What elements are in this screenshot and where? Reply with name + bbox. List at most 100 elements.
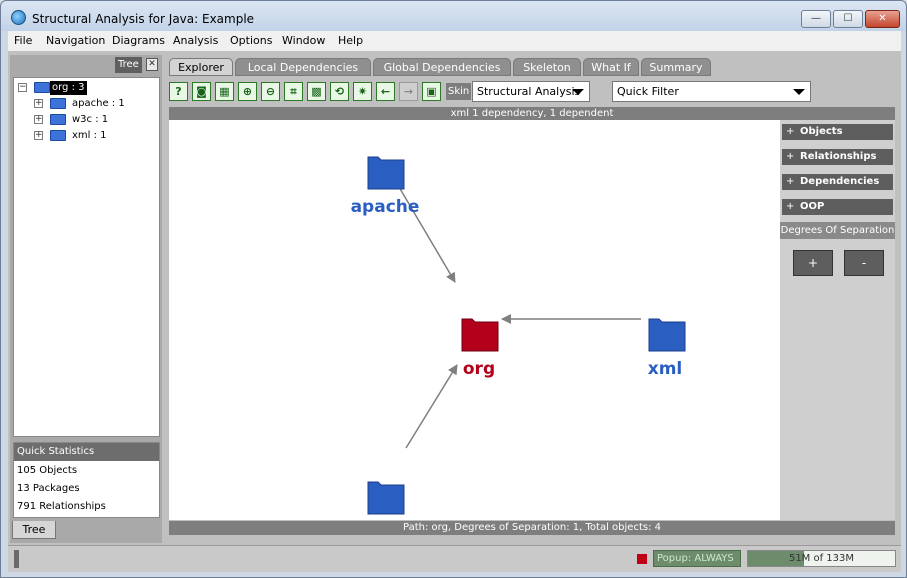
tree-node-xml[interactable]: + xml : 1	[34, 129, 158, 143]
status-bar: Popup: ALWAYS 51M of 133M	[8, 545, 901, 572]
package-tree: − org : 3 + apache : 1 + w3c : 1 + xml:…	[13, 77, 160, 437]
menu-diagrams[interactable]: Diagrams	[112, 34, 165, 47]
app-icon	[11, 10, 26, 25]
refresh-button[interactable]: ⟲	[330, 82, 349, 101]
title-bar[interactable]: Structural Analysis for Java: Example — …	[1, 1, 906, 31]
grid-button[interactable]: ▩	[307, 82, 326, 101]
degrees-of-separation-label: Degrees Of Separation	[780, 222, 895, 239]
plus-icon: +	[786, 126, 795, 137]
section-label: Objects	[800, 126, 843, 137]
selection-info: xml 1 dependency, 1 dependent	[169, 107, 895, 120]
menu-window[interactable]: Window	[282, 34, 325, 47]
close-button[interactable]: ✕	[865, 10, 900, 28]
increase-degrees-button[interactable]: +	[793, 250, 833, 276]
tab-tree[interactable]: Tree	[12, 521, 56, 539]
menu-options[interactable]: Options	[230, 34, 272, 47]
tree-node-label: w3c : 1	[72, 114, 109, 125]
tab-skeleton[interactable]: Skeleton	[513, 58, 581, 76]
tree-node-label: xml : 1	[72, 130, 107, 141]
node-xml-label: xml	[648, 359, 683, 379]
camera-button[interactable]: ◙	[192, 82, 211, 101]
popup-mode-toggle[interactable]: Popup: ALWAYS	[653, 550, 741, 567]
node-apache-label: apache	[351, 197, 420, 217]
tree-panel-title: Tree	[115, 57, 142, 73]
objects-section-button[interactable]: + Objects	[782, 124, 893, 140]
folder-icon	[367, 481, 405, 515]
tree-node-label: org : 3	[50, 81, 87, 95]
plus-icon: +	[786, 151, 795, 162]
plus-icon: +	[786, 201, 795, 212]
menu-navigation[interactable]: Navigation	[46, 34, 105, 47]
relationships-section-button[interactable]: + Relationships	[782, 149, 893, 165]
alert-indicator-icon	[637, 554, 647, 564]
folder-icon	[34, 82, 50, 93]
stat-objects: 105 Objects	[17, 465, 78, 476]
forward-button[interactable]: →	[399, 82, 418, 101]
tab-local-dependencies[interactable]: Local Dependencies	[235, 58, 371, 76]
node-xml[interactable]: xml	[648, 318, 686, 379]
section-label: Dependencies	[800, 176, 880, 187]
memory-meter[interactable]: 51M of 133M	[747, 550, 896, 567]
toolbar: ? ◙ ▦ ⊕ ⊖ ⌗ ▩ ⟲ ✷ ← → ▣ Skin Structural …	[169, 80, 895, 104]
oop-section-button[interactable]: + OOP	[782, 199, 893, 215]
client-area: File Navigation Diagrams Analysis Option…	[8, 31, 901, 572]
window-title: Structural Analysis for Java: Example	[32, 12, 255, 26]
collapse-icon[interactable]: −	[18, 83, 27, 92]
table-button[interactable]: ▦	[215, 82, 234, 101]
fit-button[interactable]: ⌗	[284, 82, 303, 101]
expand-icon[interactable]: +	[34, 99, 43, 108]
tree-panel-close-icon[interactable]: ✕	[146, 58, 158, 71]
quick-statistics-title: Quick Statistics	[14, 443, 159, 461]
tree-panel-header: Tree ✕	[10, 55, 162, 75]
tab-what-if[interactable]: What If	[583, 58, 639, 76]
plus-icon: +	[786, 176, 795, 187]
node-w3c[interactable]: w3c	[366, 481, 405, 520]
quick-filter-select[interactable]: Quick Filter	[612, 81, 811, 102]
tree-node-apache[interactable]: + apache : 1	[34, 97, 158, 111]
tree-node-w3c[interactable]: + w3c : 1	[34, 113, 158, 127]
skin-label: Skin	[446, 83, 472, 100]
tree-node-org[interactable]: − org : 3	[18, 81, 158, 95]
help-button[interactable]: ?	[169, 82, 188, 101]
folder-icon	[367, 156, 405, 190]
node-apache[interactable]: apache	[351, 156, 420, 217]
dependency-graph: apache org xml w3c	[351, 156, 686, 520]
tree-node-label: apache : 1	[72, 98, 125, 109]
edge-w3c-org	[405, 364, 458, 449]
expand-icon[interactable]: +	[34, 115, 43, 124]
section-label: Relationships	[800, 151, 877, 162]
filter-sidebar: + Objects + Relationships + Dependencies + O…	[780, 120, 895, 520]
dependencies-section-button[interactable]: + Dependencies	[782, 174, 893, 190]
export-button[interactable]: ▣	[422, 82, 441, 101]
quick-filter-value: Quick Filter	[617, 85, 679, 98]
maximize-button[interactable]: ☐	[833, 10, 863, 28]
menu-help[interactable]: Help	[338, 34, 363, 47]
folder-icon	[50, 98, 66, 109]
folder-icon	[648, 318, 686, 352]
stat-relationships: 791 Relationships	[17, 501, 106, 512]
tab-global-dependencies[interactable]: Global Dependencies	[373, 58, 511, 76]
quick-statistics: Quick Statistics 105 Objects 13 Packages…	[13, 442, 160, 518]
zoom-in-button[interactable]: ⊕	[238, 82, 257, 101]
expand-icon[interactable]: +	[34, 131, 43, 140]
minimize-button[interactable]: —	[801, 10, 831, 28]
zoom-out-button[interactable]: ⊖	[261, 82, 280, 101]
menu-analysis[interactable]: Analysis	[173, 34, 218, 47]
folder-icon	[50, 114, 66, 125]
burst-button[interactable]: ✷	[353, 82, 372, 101]
graph-canvas[interactable]: apache org xml w3c	[169, 120, 780, 520]
tree-panel: Tree ✕ − org : 3 + apache : 1 + w3c : 1	[10, 55, 162, 543]
skin-select-value: Structural Analysis	[477, 85, 581, 98]
folder-icon	[50, 130, 66, 141]
back-button[interactable]: ←	[376, 82, 395, 101]
menu-file[interactable]: File	[14, 34, 32, 47]
memory-meter-text: 51M of 133M	[788, 553, 855, 564]
tab-summary[interactable]: Summary	[641, 58, 711, 76]
node-org[interactable]: org	[461, 318, 499, 379]
skin-select[interactable]: Structural Analysis	[472, 81, 590, 102]
tab-explorer[interactable]: Explorer	[169, 58, 233, 76]
decrease-degrees-button[interactable]: -	[844, 250, 884, 276]
chevron-down-icon	[572, 89, 584, 95]
menu-bar: File Navigation Diagrams Analysis Option…	[8, 31, 901, 51]
path-info: Path: org, Degrees of Separation: 1, Tot…	[169, 521, 895, 535]
